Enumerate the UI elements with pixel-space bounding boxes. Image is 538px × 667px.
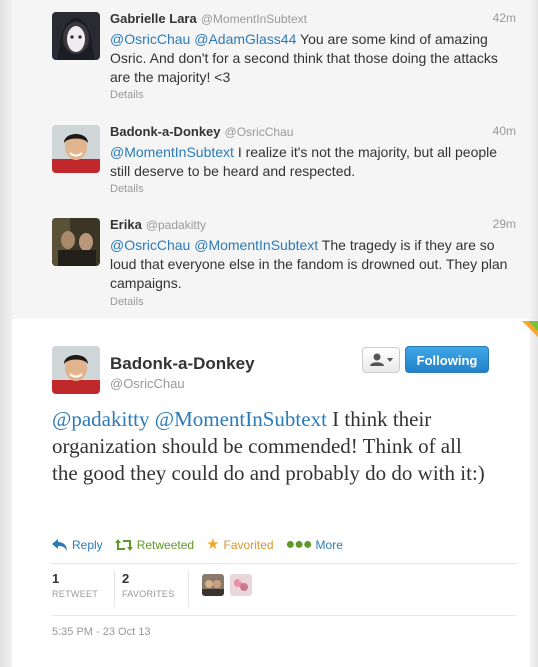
timestamp[interactable]: 29m xyxy=(493,217,516,231)
screen-name[interactable]: @OsricChau xyxy=(225,125,294,139)
mention-link[interactable]: @padakitty xyxy=(52,407,149,431)
tweet-text: @padakitty @MomentInSubtext I think thei… xyxy=(52,406,492,487)
screen-name[interactable]: @OsricChau xyxy=(110,376,185,391)
tweet-timestamp[interactable]: 5:35 PM - 23 Oct 13 xyxy=(52,626,150,638)
stats-divider xyxy=(114,571,115,607)
avatar[interactable] xyxy=(52,12,100,60)
avatar[interactable] xyxy=(52,218,100,266)
screen-name[interactable]: @padakitty xyxy=(146,218,206,232)
retweet-label[interactable]: RETWEET xyxy=(52,589,98,599)
mention-link[interactable]: @OsricChau xyxy=(110,31,190,47)
star-icon: ★ xyxy=(206,536,220,553)
screen-name[interactable]: @MomentInSubtext xyxy=(201,12,307,26)
display-name[interactable]: Badonk-a-Donkey xyxy=(110,354,255,374)
divider xyxy=(52,615,516,616)
details-link[interactable]: Details xyxy=(110,89,144,101)
display-name[interactable]: Badonk-a-Donkey xyxy=(110,124,221,139)
permalink-tweet: Badonk-a-Donkey @OsricChau Following @pa… xyxy=(12,319,530,667)
tweet-actions: Reply Retweeted ★ Favorited ●●● More xyxy=(52,536,343,554)
tweet-text: @OsricChau @MomentInSubtext The tragedy … xyxy=(110,236,516,293)
mention-link[interactable]: @OsricChau xyxy=(110,237,190,253)
mention-link[interactable]: @AdamGlass44 xyxy=(194,31,296,47)
favorites-count[interactable]: 2 xyxy=(122,571,129,586)
mention-link[interactable]: @MomentInSubtext xyxy=(110,144,234,160)
more-dots-icon: ●●● xyxy=(285,536,313,553)
details-link[interactable]: Details xyxy=(110,183,144,195)
timestamp[interactable]: 42m xyxy=(493,11,516,25)
retweeted-label: Retweeted xyxy=(136,538,195,552)
reply-arrow-icon xyxy=(52,539,67,551)
reply-label: Reply xyxy=(72,538,103,552)
favorite-action[interactable]: ★ Favorited xyxy=(206,536,274,553)
reply-action[interactable]: Reply xyxy=(52,538,103,552)
more-label: More xyxy=(315,538,343,552)
tweet-text: @MomentInSubtext I realize it's not the … xyxy=(110,143,516,181)
favoriter-avatar[interactable] xyxy=(202,574,224,596)
display-name[interactable]: Erika xyxy=(110,217,142,232)
retweet-action[interactable]: Retweeted xyxy=(114,538,195,552)
favoriter-avatar[interactable] xyxy=(230,574,252,596)
reply-tweet[interactable]: Gabrielle Lara @MomentInSubtext 42m @Osri… xyxy=(12,0,530,114)
tweet-text: @OsricChau @AdamGlass44 You are some kin… xyxy=(110,30,516,87)
mention-link[interactable]: @MomentInSubtext xyxy=(155,407,327,431)
more-action[interactable]: ●●● More xyxy=(286,536,343,554)
reply-tweet[interactable]: Erika @padakitty 29m @OsricChau @MomentIn… xyxy=(12,206,530,320)
avatar[interactable] xyxy=(52,346,100,394)
divider xyxy=(52,563,516,564)
user-dropdown-icon xyxy=(370,353,393,366)
reply-tweet[interactable]: Badonk-a-Donkey @OsricChau 40m @MomentInS… xyxy=(12,113,530,207)
following-button[interactable]: Following xyxy=(405,346,489,373)
stats-divider xyxy=(188,571,189,607)
mention-link[interactable]: @MomentInSubtext xyxy=(194,237,318,253)
retweet-icon xyxy=(114,539,133,551)
retweet-count[interactable]: 1 xyxy=(52,571,59,586)
favorited-label: Favorited xyxy=(223,538,274,552)
favorites-label[interactable]: FAVORITES xyxy=(122,589,175,599)
display-name[interactable]: Gabrielle Lara xyxy=(110,11,197,26)
details-link[interactable]: Details xyxy=(110,296,144,308)
background-left-edge xyxy=(0,0,12,667)
avatar[interactable] xyxy=(52,125,100,173)
user-actions-dropdown[interactable] xyxy=(362,347,400,373)
corner-badge-icon xyxy=(522,321,538,337)
timestamp[interactable]: 40m xyxy=(493,124,516,138)
